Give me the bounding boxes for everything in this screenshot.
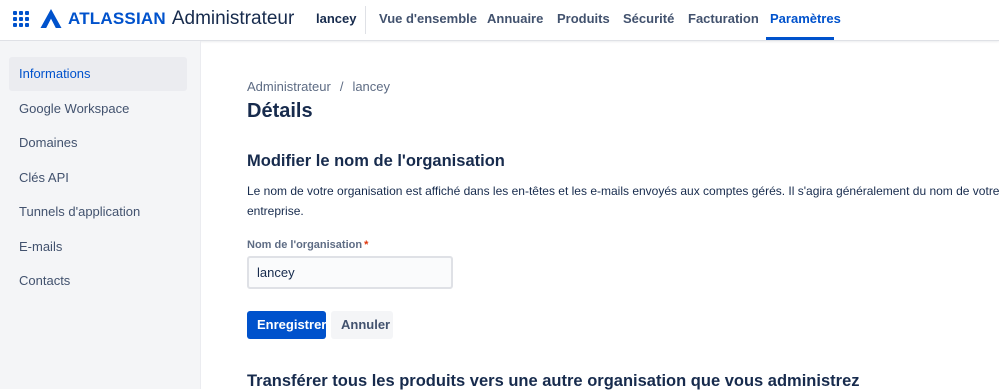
breadcrumb-separator: / <box>339 79 344 94</box>
save-button[interactable]: Enregistrer <box>247 311 326 339</box>
breadcrumb-root-link[interactable]: Administrateur <box>247 79 331 94</box>
nav-settings[interactable]: Paramètres <box>770 11 841 26</box>
atlassian-logo[interactable]: ATLASSIAN Administrateur <box>40 7 294 31</box>
sidebar-item-app-tunnels[interactable]: Tunnels d'application <box>9 195 187 229</box>
settings-sidebar: Informations Google Workspace Domaines C… <box>0 41 201 389</box>
nav-billing[interactable]: Facturation <box>688 11 759 26</box>
section-title: Modifier le nom de l'organisation <box>247 152 505 170</box>
page-title: Détails <box>247 100 313 122</box>
nav-products[interactable]: Produits <box>557 11 610 26</box>
nav-overview[interactable]: Vue d'ensemble <box>379 11 477 26</box>
org-name-input[interactable] <box>247 256 453 289</box>
field-label-text: Nom de l'organisation <box>247 239 363 251</box>
org-switcher[interactable]: lancey <box>316 11 356 26</box>
nav-security[interactable]: Sécurité <box>623 11 674 26</box>
org-name-field-label: Nom de l'organisation * <box>247 239 368 251</box>
nav-divider <box>365 6 366 34</box>
atlassian-mark-icon <box>40 9 62 28</box>
sidebar-item-informations[interactable]: Informations <box>9 57 187 91</box>
logo-wordmark: ATLASSIAN <box>68 9 166 28</box>
active-tab-indicator <box>766 37 834 40</box>
transfer-section-title: Transférer tous les produits vers une au… <box>247 372 860 390</box>
breadcrumb: Administrateur / lancey <box>247 79 390 94</box>
breadcrumb-current-link[interactable]: lancey <box>352 79 390 94</box>
top-navigation: ATLASSIAN Administrateur lancey Vue d'en… <box>0 0 999 41</box>
nav-directory[interactable]: Annuaire <box>487 11 543 26</box>
required-marker: * <box>364 239 369 251</box>
logo-product-name: Administrateur <box>171 8 295 29</box>
sidebar-item-api-keys[interactable]: Clés API <box>9 161 187 195</box>
section-description: Le nom de votre organisation est affiché… <box>247 184 999 218</box>
app-switcher-grid-icon[interactable] <box>6 4 36 34</box>
sidebar-item-emails[interactable]: E-mails <box>9 230 187 264</box>
sidebar-item-google-workspace[interactable]: Google Workspace <box>9 92 187 126</box>
cancel-button[interactable]: Annuler <box>331 311 393 339</box>
sidebar-item-domains[interactable]: Domaines <box>9 126 187 160</box>
sidebar-item-contacts[interactable]: Contacts <box>9 264 187 298</box>
